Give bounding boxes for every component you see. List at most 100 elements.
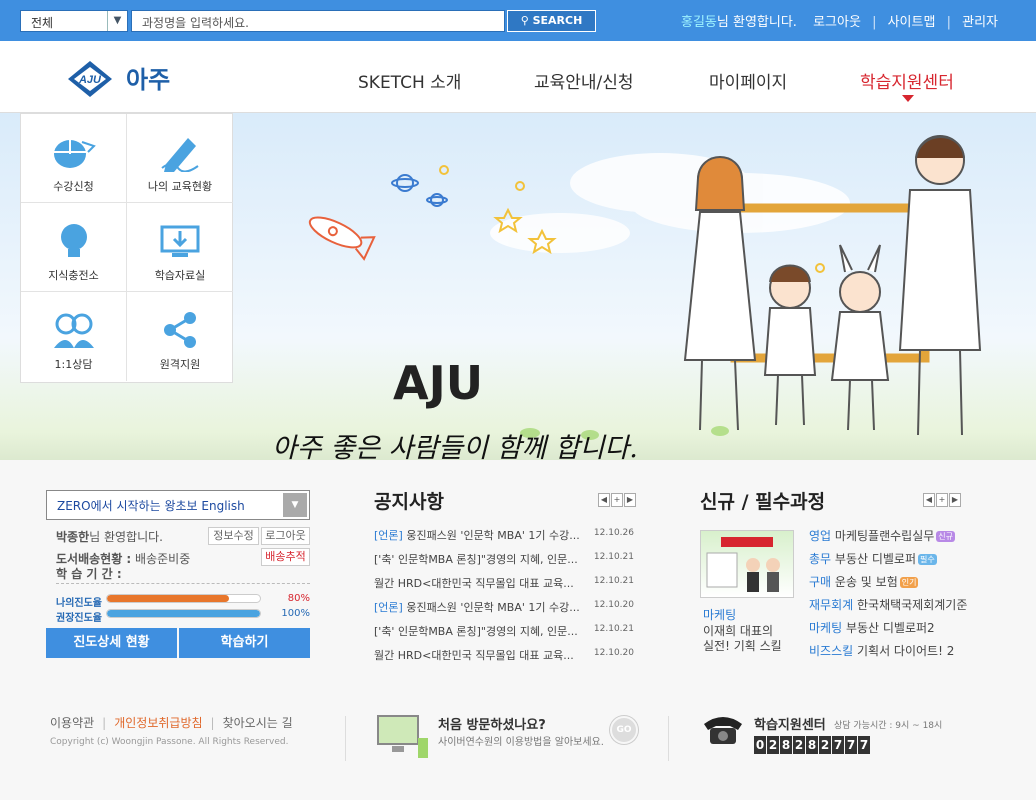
feature-course-title-2[interactable]: 실전! 기획 스킬 — [703, 637, 782, 654]
feature-course-category[interactable]: 마케팅 — [703, 606, 736, 623]
prev-icon[interactable]: ◀ — [923, 493, 935, 507]
privacy-link[interactable]: 개인정보취급방침 — [114, 716, 202, 730]
course-name: 기획서 다이어트! 2 — [853, 644, 955, 658]
phone-digit: 8 — [780, 736, 792, 754]
quick-menu-item-my-education[interactable]: 나의 교육현황 — [127, 114, 233, 203]
telephone-icon — [704, 717, 742, 744]
notice-item[interactable]: [언론] 웅진패스원 '인문학 MBA' 1기 수강... 12.10.20 — [374, 599, 634, 615]
people-icon — [53, 313, 94, 348]
admin-link[interactable]: 관리자 — [962, 15, 998, 30]
phone-digit: 2 — [793, 736, 805, 754]
phone-digit: 0 — [754, 736, 766, 754]
search-icon: ⚲ — [520, 14, 529, 27]
recommended-progress-fill — [107, 610, 260, 617]
course-select[interactable]: ZERO에서 시작하는 왕초보 English ▼ — [46, 490, 310, 520]
chevron-down-icon: ▼ — [283, 493, 307, 517]
notice-title: 공지사항 — [374, 491, 444, 513]
progress-detail-button[interactable]: 진도상세 현황 — [46, 628, 177, 658]
divider: | — [102, 716, 107, 730]
more-icon[interactable]: + — [611, 493, 623, 507]
first-visit-subtitle: 사이버연수원의 이용방법을 알아보세요. — [438, 737, 604, 748]
quick-menu-item-consult[interactable]: 1:1상담 — [21, 292, 127, 381]
nav-sketch[interactable]: SKETCH 소개 — [358, 68, 461, 93]
quick-menu: 수강신청 나의 교육현황 지식충전소 학습자료실 1:1상담 원격지원 — [20, 113, 233, 383]
courses-pager: ◀ + ▶ — [923, 493, 963, 507]
logo[interactable]: AJU 아주 — [68, 59, 198, 99]
hero-title: AJU — [393, 356, 484, 410]
mouse-icon — [53, 140, 96, 168]
notice-category: [언론] — [374, 529, 403, 542]
my-progress-fill — [107, 595, 230, 602]
logo-text: 아주 — [126, 66, 170, 94]
recommended-progress-value: 100% — [281, 608, 310, 619]
course-name: 한국채택국제회계기준 — [853, 598, 968, 612]
study-button[interactable]: 학습하기 — [179, 628, 310, 658]
delivery-value: 배송준비중 — [135, 552, 191, 566]
category-select-value: 전체 — [31, 16, 54, 30]
course-item[interactable]: 재무회계 한국채택국제회계기준 — [809, 596, 967, 613]
course-name: 부동산 디벨로퍼 — [831, 552, 917, 566]
course-item[interactable]: 비즈스킬 기획서 다이어트! 2 — [809, 642, 954, 659]
notice-text: ['축' 인문학MBA 론칭]"경영의 지혜, 인문... — [374, 553, 578, 566]
quick-menu-item-remote[interactable]: 원격지원 — [127, 292, 233, 381]
course-item[interactable]: 영업 마케팅플랜수립실무 신규 — [809, 527, 956, 544]
nav-support-center[interactable]: 학습지원센터 — [860, 68, 954, 93]
course-item[interactable]: 구매 운송 및 보험 인기 — [809, 573, 919, 590]
nav-education[interactable]: 교육안내/신청 — [534, 68, 634, 93]
quick-menu-label: 학습자료실 — [154, 269, 206, 282]
rocket-icon — [308, 216, 376, 261]
go-button[interactable]: GO — [610, 716, 638, 744]
edit-info-button[interactable]: 정보수정 — [208, 527, 259, 545]
divider: | — [210, 716, 215, 730]
notice-item[interactable]: [언론] 웅진패스원 '인문학 MBA' 1기 수강... 12.10.26 — [374, 527, 634, 543]
notice-item[interactable]: ['축' 인문학MBA 론칭]"경영의 지혜, 인문... 12.10.21 — [374, 623, 634, 639]
sitemap-link[interactable]: 사이트맵 — [888, 15, 936, 30]
active-nav-indicator — [902, 95, 914, 102]
course-category: 구매 — [809, 575, 832, 589]
share-icon — [164, 312, 196, 348]
divider — [56, 583, 310, 584]
copyright: Copyright (c) Woongjin Passone. All Righ… — [50, 737, 289, 747]
notice-text: 웅진패스원 '인문학 MBA' 1기 수강... — [402, 529, 580, 542]
terms-link[interactable]: 이용약관 — [50, 716, 94, 730]
study-period: 학 습 기 간 : — [56, 565, 122, 582]
course-item[interactable]: 마케팅 부동산 디벨로퍼2 — [809, 619, 935, 636]
quick-menu-item-materials[interactable]: 학습자료실 — [127, 203, 233, 292]
search-button-label: SEARCH — [532, 14, 583, 27]
my-progress-value: 80% — [287, 593, 310, 604]
next-icon[interactable]: ▶ — [624, 493, 636, 507]
notice-pager: ◀ + ▶ — [598, 493, 638, 507]
phone-digit: 7 — [832, 736, 844, 754]
directions-link[interactable]: 찾아오시는 길 — [223, 716, 293, 730]
learner-name: 박종한 — [56, 530, 90, 544]
notice-date: 12.10.20 — [593, 648, 634, 658]
quick-menu-item-enroll[interactable]: 수강신청 — [21, 114, 127, 203]
search-input[interactable]: 과정명을 입력하세요. — [131, 10, 505, 32]
top-bar: 전체 ▼ 과정명을 입력하세요. ⚲ SEARCH 홍길동님 환영합니다. 로그… — [0, 0, 1036, 41]
notice-item[interactable]: ['축' 인문학MBA 론칭]"경영의 지혜, 인문... 12.10.21 — [374, 551, 634, 567]
category-select[interactable]: 전체 ▼ — [20, 10, 128, 32]
first-visit-title: 처음 방문하셨나요? — [438, 718, 546, 733]
course-badge: 필수 — [918, 554, 937, 565]
notice-category: [언론] — [374, 601, 403, 614]
nav-mypage[interactable]: 마이페이지 — [709, 68, 787, 93]
notice-date: 12.10.26 — [593, 528, 634, 538]
more-icon[interactable]: + — [936, 493, 948, 507]
phone-digit: 8 — [806, 736, 818, 754]
monitor-download-icon — [160, 225, 200, 257]
notice-item[interactable]: 월간 HRD<대한민국 직무몰입 대표 교육... 12.10.21 — [374, 575, 634, 591]
course-thumbnail[interactable] — [700, 530, 794, 598]
course-category: 영업 — [809, 529, 832, 543]
logout-link[interactable]: 로그아웃 — [813, 15, 861, 30]
quick-menu-item-knowledge[interactable]: 지식충전소 — [21, 203, 127, 292]
quick-menu-label: 지식충전소 — [48, 269, 99, 282]
prev-icon[interactable]: ◀ — [598, 493, 610, 507]
learner-logout-button[interactable]: 로그아웃 — [261, 527, 310, 545]
search-button[interactable]: ⚲ SEARCH — [507, 10, 596, 32]
track-delivery-button[interactable]: 배송추적 — [261, 548, 310, 566]
delivery-label: 도서배송현황 : — [56, 552, 132, 566]
course-item[interactable]: 총무 부동산 디벨로퍼 필수 — [809, 550, 937, 567]
top-links: 홍길동님 환영합니다. 로그아웃 | 사이트맵 | 관리자 — [681, 11, 998, 30]
next-icon[interactable]: ▶ — [949, 493, 961, 507]
notice-item[interactable]: 월간 HRD<대한민국 직무몰입 대표 교육... 12.10.20 — [374, 647, 634, 663]
